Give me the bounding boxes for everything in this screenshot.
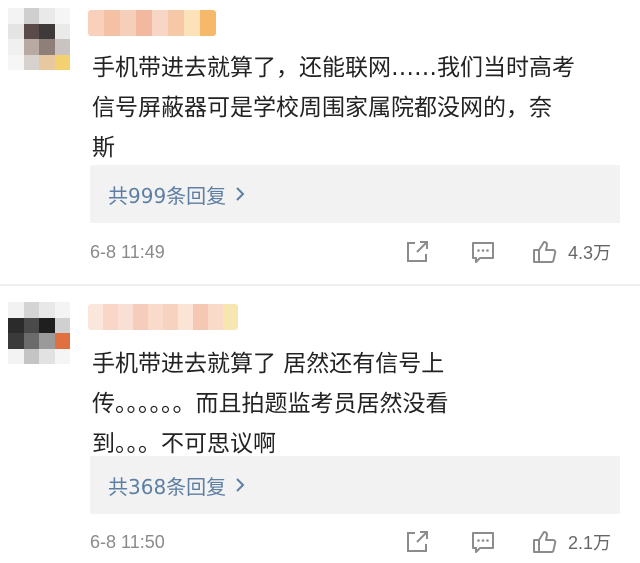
comment-item: 手机带进去就算了，还能联网……我们当时高考 信号屏蔽器可是学校周围家属院都没网的… (0, 0, 640, 282)
chevron-right-icon (236, 187, 245, 201)
share-icon (407, 531, 428, 552)
divider (0, 284, 640, 286)
like-button[interactable]: 2.1万 (532, 529, 611, 555)
timestamp: 6-8 11:49 (90, 241, 165, 262)
replies-box[interactable]: 共999条回复 (90, 165, 620, 223)
comment-text: 手机带进去就算了，还能联网……我们当时高考 信号屏蔽器可是学校周围家属院都没网的… (92, 55, 575, 161)
comment-icon (472, 242, 494, 263)
view-replies-link[interactable]: 共368条回复 (108, 471, 246, 500)
view-replies-link[interactable]: 共999条回复 (108, 180, 246, 209)
chevron-right-icon (236, 478, 245, 492)
comment-meta: 6-8 11:49 4.3万 (90, 237, 630, 267)
replies-count-label: 共368条回复 (108, 474, 227, 499)
comment-meta: 6-8 11:50 2.1万 (90, 527, 630, 557)
like-count: 4.3万 (568, 243, 612, 263)
username-blurred[interactable] (88, 10, 216, 36)
avatar[interactable] (8, 8, 70, 70)
comment-text: 手机带进去就算了 居然还有信号上 传。。。。。。而且拍题监考员居然没看 到。。。… (92, 351, 449, 457)
like-button[interactable]: 4.3万 (532, 239, 611, 265)
like-icon (533, 241, 557, 263)
comment-button[interactable] (470, 239, 496, 265)
replies-box[interactable]: 共368条回复 (90, 456, 620, 514)
replies-count-label: 共999条回复 (108, 183, 227, 208)
like-count: 2.1万 (568, 533, 612, 553)
avatar[interactable] (8, 302, 70, 364)
timestamp: 6-8 11:50 (90, 531, 165, 552)
like-icon (533, 531, 557, 553)
share-icon (407, 241, 428, 262)
comment-icon (472, 532, 494, 553)
comment-item: 手机带进去就算了 居然还有信号上 传。。。。。。而且拍题监考员居然没看 到。。。… (0, 290, 640, 563)
share-button[interactable] (404, 239, 430, 265)
share-button[interactable] (404, 529, 430, 555)
username-blurred[interactable] (88, 304, 238, 330)
comment-button[interactable] (470, 529, 496, 555)
